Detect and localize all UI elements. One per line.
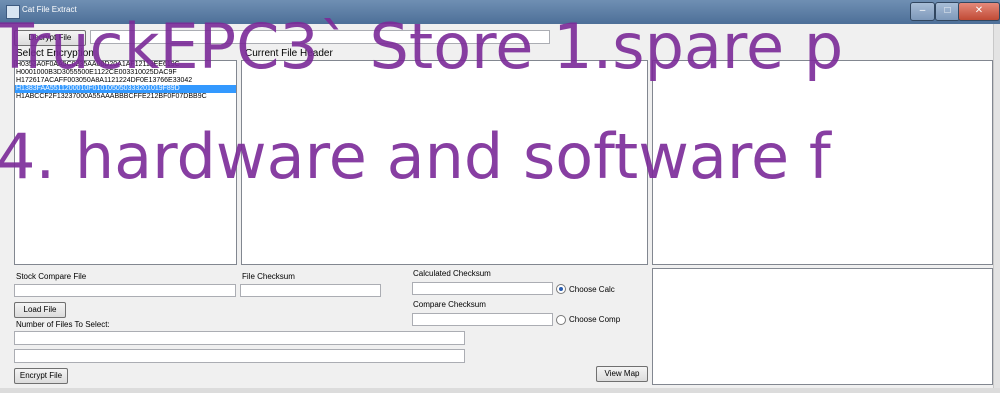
choose-calc-label: Choose Calc bbox=[569, 285, 615, 294]
view-map-button[interactable]: View Map bbox=[596, 366, 648, 382]
close-button[interactable]: ✕ bbox=[958, 2, 1000, 21]
list-item[interactable]: H172617ACAFF003050A8A1121224DF0E13766E33… bbox=[15, 77, 236, 85]
maximize-button[interactable]: □ bbox=[935, 2, 960, 21]
app-icon bbox=[6, 5, 20, 19]
compare-checksum-field[interactable] bbox=[412, 313, 553, 326]
file-checksum-label: File Checksum bbox=[242, 272, 295, 281]
load-file-button[interactable]: Load File bbox=[14, 302, 66, 318]
calculated-checksum-field[interactable] bbox=[412, 282, 553, 295]
encryption-list[interactable]: H0353A0F0AA5C0235AA00D20A1AF12113EE619C … bbox=[14, 60, 237, 265]
title-bar: Cat File Extract – □ ✕ bbox=[0, 0, 1000, 24]
output-path-field[interactable] bbox=[14, 349, 465, 363]
stock-compare-file-field[interactable] bbox=[14, 284, 236, 297]
choose-comp-label: Choose Comp bbox=[569, 315, 621, 324]
file-path-field[interactable] bbox=[90, 30, 550, 44]
number-of-files-field[interactable] bbox=[14, 331, 465, 345]
choose-calc-radio[interactable] bbox=[556, 284, 566, 294]
choose-comp-radio[interactable] bbox=[556, 315, 566, 325]
map-panel-top[interactable] bbox=[652, 60, 993, 265]
horizontal-scrollbar[interactable] bbox=[0, 388, 1000, 393]
decrypt-file-button[interactable]: Decrypt File bbox=[14, 30, 86, 46]
minimize-button[interactable]: – bbox=[910, 2, 935, 21]
vertical-scrollbar[interactable] bbox=[993, 24, 1000, 393]
list-item[interactable]: H0353A0F0AA5C0235AA00D20A1AF12113EE619C bbox=[15, 61, 236, 69]
map-panel-bottom[interactable] bbox=[652, 268, 993, 385]
encrypt-file-button[interactable]: Encrypt File bbox=[14, 368, 68, 384]
list-item-selected[interactable]: H1383FAA5511200010F010105050333201019F89… bbox=[15, 85, 236, 93]
calculated-checksum-label: Calculated Checksum bbox=[413, 269, 491, 278]
window-title: Cat File Extract bbox=[22, 5, 77, 14]
list-item[interactable]: H0001000B3D3055500E1122CE003310025DAC9F bbox=[15, 69, 236, 77]
current-file-header-label: Current File Header bbox=[245, 48, 333, 59]
stock-compare-file-label: Stock Compare File bbox=[16, 272, 87, 281]
select-encryption-label: Select Encryption bbox=[16, 48, 94, 59]
list-item[interactable]: H1ABCCF2F13237000A55AAABBBCFFE212BF0F07D… bbox=[15, 93, 236, 101]
number-of-files-label: Number of Files To Select: bbox=[16, 320, 110, 329]
file-header-panel[interactable] bbox=[241, 60, 648, 265]
file-checksum-field[interactable] bbox=[240, 284, 381, 297]
compare-checksum-label: Compare Checksum bbox=[413, 300, 486, 309]
